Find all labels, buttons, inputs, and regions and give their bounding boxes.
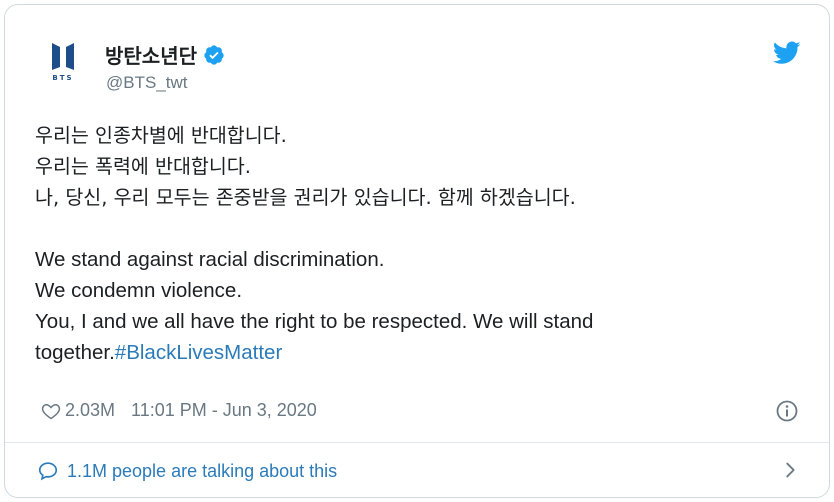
english-line: We stand against racial discrimination.	[35, 248, 385, 271]
tweet-meta: 2.03M 11:01 PM - Jun 3, 2020	[41, 400, 317, 421]
twitter-bird-icon[interactable]	[773, 41, 801, 65]
tweet-text: 우리는 인종차별에 반대합니다. 우리는 폭력에 반대합니다. 나, 당신, 우…	[35, 120, 805, 368]
tweet-timestamp[interactable]: 11:01 PM - Jun 3, 2020	[131, 400, 317, 421]
conversation-link[interactable]: 1.1M people are talking about this	[37, 460, 337, 482]
avatar-text: BTS	[52, 73, 74, 82]
author-name-row: 방탄소년단	[105, 40, 225, 69]
hashtag-link[interactable]: #BlackLivesMatter	[115, 341, 282, 364]
korean-line: 나, 당신, 우리 모두는 존중받을 권리가 있습니다. 함께 하겠습니다.	[35, 186, 576, 209]
english-line-last: together.#BlackLivesMatter	[35, 337, 805, 368]
avatar[interactable]: BTS	[35, 33, 91, 89]
english-line-text: together.	[35, 341, 115, 364]
tweet-embed-card: BTS 방탄소년단 @BTS_twt 우리는 인종차별에 반대합니다. 우리는 …	[4, 4, 830, 498]
heart-icon[interactable]	[41, 401, 61, 421]
chevron-right-icon[interactable]	[779, 459, 801, 481]
chat-bubble-icon	[38, 462, 58, 481]
verified-badge-icon	[204, 44, 224, 65]
conversation-label: 1.1M people are talking about this	[67, 460, 338, 481]
bts-logo-icon	[52, 42, 74, 70]
korean-line: 우리는 폭력에 반대합니다.	[35, 155, 251, 178]
korean-line: 우리는 인종차별에 반대합니다.	[35, 124, 287, 147]
like-count[interactable]: 2.03M	[65, 400, 115, 421]
english-line: You, I and we all have the right to be r…	[35, 310, 594, 333]
info-icon[interactable]	[775, 399, 799, 423]
author-handle[interactable]: @BTS_twt	[106, 73, 188, 93]
display-name[interactable]: 방탄소년단	[105, 40, 197, 69]
divider	[5, 442, 829, 443]
english-line: We condemn violence.	[35, 279, 243, 302]
